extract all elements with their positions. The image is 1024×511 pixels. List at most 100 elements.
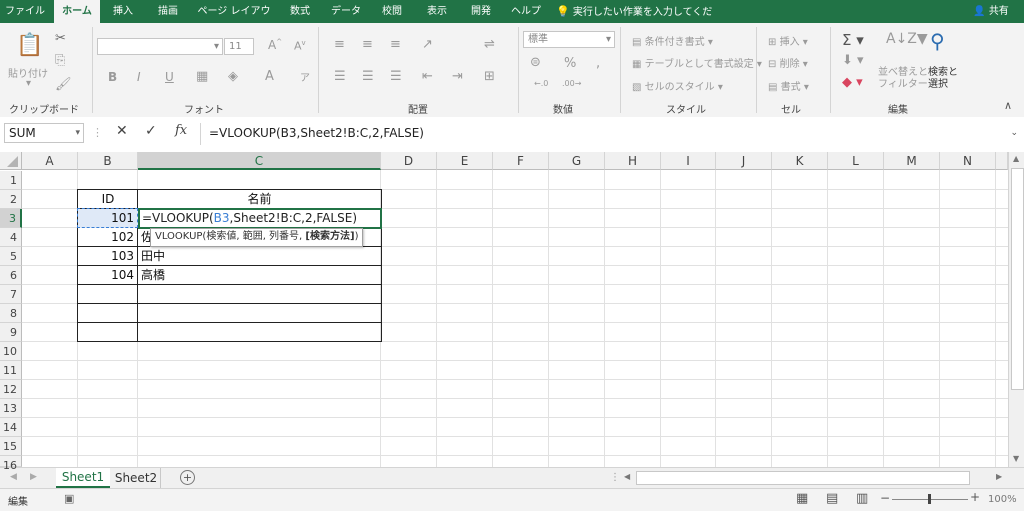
column-header-B[interactable]: B <box>78 152 138 170</box>
cell-B5[interactable]: 103 <box>78 247 134 266</box>
macro-record-icon[interactable]: ▣ <box>64 492 74 505</box>
tab-data[interactable]: データ <box>326 0 366 23</box>
border-icon[interactable]: ▦ <box>196 69 208 84</box>
row-header-10[interactable]: 10 <box>0 342 22 361</box>
tab-home[interactable]: ホーム <box>54 0 100 23</box>
row-header-4[interactable]: 4 <box>0 228 22 247</box>
row-header-6[interactable]: 6 <box>0 266 22 285</box>
column-header-K[interactable]: K <box>772 152 828 170</box>
align-center-icon[interactable]: ☰ <box>362 69 374 84</box>
vertical-scroll-thumb[interactable] <box>1011 168 1024 390</box>
tab-view[interactable]: 表示 <box>418 0 456 23</box>
format-painter-icon[interactable]: 🖌 <box>55 77 72 92</box>
paste-dropdown-icon[interactable]: ▾ <box>26 78 31 89</box>
row-header-16[interactable]: 16 <box>0 456 22 472</box>
phonetic-icon[interactable]: ア <box>300 69 310 84</box>
sheet-tab-sheet2[interactable]: Sheet2 <box>112 468 161 488</box>
tab-review[interactable]: 校閲 <box>373 0 411 23</box>
tab-page-layout[interactable]: ページ レイアウト <box>195 0 273 40</box>
tab-developer[interactable]: 開発 <box>462 0 500 23</box>
column-header-N[interactable]: N <box>940 152 996 170</box>
row-header-13[interactable]: 13 <box>0 399 22 418</box>
tab-file[interactable]: ファイル <box>0 0 50 23</box>
autosum-icon[interactable]: Σ ▾ <box>842 31 864 49</box>
fill-icon[interactable]: ⬇ ▾ <box>842 53 864 68</box>
currency-icon[interactable]: ⊜ <box>530 55 541 70</box>
zoom-slider-thumb[interactable] <box>928 494 931 504</box>
row-header-5[interactable]: 5 <box>0 247 22 266</box>
orientation-icon[interactable]: ↗ <box>422 37 433 52</box>
vertical-scrollbar[interactable]: ▲ ▼ <box>1008 152 1024 467</box>
zoom-level[interactable]: 100% <box>988 494 1017 505</box>
cell-B2[interactable]: ID <box>78 190 138 209</box>
tab-draw[interactable]: 描画 <box>148 0 188 23</box>
row-header-14[interactable]: 14 <box>0 418 22 437</box>
wrap-text-icon[interactable]: ⇌ <box>484 37 495 52</box>
add-sheet-icon[interactable]: + <box>180 470 195 485</box>
sheet-tab-sheet1[interactable]: Sheet1 <box>56 468 110 488</box>
column-header-H[interactable]: H <box>605 152 661 170</box>
fill-color-icon[interactable]: ◈ <box>228 69 238 84</box>
splitter-handle-icon[interactable]: ⋮ <box>610 472 620 483</box>
cell-B4[interactable]: 102 <box>78 228 134 247</box>
scroll-right-icon[interactable]: ▶ <box>996 472 1002 481</box>
column-header-A[interactable]: A <box>22 152 78 170</box>
column-header-L[interactable]: L <box>828 152 884 170</box>
cell-edit-text[interactable]: =VLOOKUP(B3,Sheet2!B:C,2,FALSE) <box>142 210 357 227</box>
copy-icon[interactable]: ⎘ <box>55 53 65 68</box>
share-button[interactable]: 👤 共有 <box>966 0 1016 23</box>
merge-center-icon[interactable]: ⊞ <box>484 69 495 84</box>
page-layout-view-icon[interactable]: ▤ <box>826 491 838 506</box>
zoom-out-icon[interactable]: − <box>880 491 890 505</box>
formula-input[interactable]: =VLOOKUP(B3,Sheet2!B:C,2,FALSE) ⌄ <box>200 123 1020 145</box>
underline-button[interactable]: U <box>165 70 174 84</box>
cut-icon[interactable]: ✂ <box>55 31 66 46</box>
tell-me-box[interactable]: 💡 実行したい作業を入力してください <box>556 0 716 41</box>
scroll-left-icon[interactable]: ◀ <box>624 472 630 481</box>
row-header-3[interactable]: 3 <box>0 209 22 228</box>
row-header-8[interactable]: 8 <box>0 304 22 323</box>
next-sheet-icon[interactable]: ▶ <box>30 472 37 482</box>
insert-function-button[interactable]: fx <box>175 123 187 138</box>
column-header-F[interactable]: F <box>493 152 549 170</box>
row-header-12[interactable]: 12 <box>0 380 22 399</box>
cell-B6[interactable]: 104 <box>78 266 134 285</box>
column-header-partial[interactable] <box>996 152 1008 170</box>
name-box[interactable]: SUM ▾ <box>4 123 84 143</box>
normal-view-icon[interactable]: ▦ <box>796 491 808 506</box>
decrease-indent-icon[interactable]: ⇤ <box>422 69 433 84</box>
number-format-combo[interactable]: 標準 ▾ <box>523 31 615 48</box>
enter-icon[interactable]: ✓ <box>145 123 157 139</box>
font-name-combo[interactable]: ▾ <box>97 38 223 55</box>
column-header-C[interactable]: C <box>138 152 381 170</box>
select-all-corner[interactable] <box>0 152 22 170</box>
decrease-decimal-icon[interactable]: .00→ <box>562 79 581 88</box>
collapse-ribbon-icon[interactable]: ∧ <box>1004 99 1012 112</box>
sort-filter-label-2[interactable]: フィルター <box>878 75 928 90</box>
cell-C2[interactable]: 名前 <box>139 190 380 209</box>
row-header-1[interactable]: 1 <box>0 171 22 190</box>
cancel-icon[interactable]: ✕ <box>116 123 128 139</box>
format-cells-button[interactable]: ▤ 書式 ▾ <box>768 78 809 93</box>
bold-button[interactable]: B <box>108 70 117 84</box>
cell-C5[interactable]: 田中 <box>141 247 165 266</box>
insert-cells-button[interactable]: ⊞ 挿入 ▾ <box>768 33 808 48</box>
increase-font-icon[interactable]: A^ <box>268 38 282 52</box>
zoom-in-icon[interactable]: + <box>970 490 980 504</box>
chevron-down-icon[interactable]: ▾ <box>75 124 80 142</box>
font-color-icon[interactable]: A <box>265 69 274 84</box>
font-size-combo[interactable]: 11 <box>224 38 254 55</box>
scroll-up-icon[interactable]: ▲ <box>1013 154 1019 163</box>
clear-icon[interactable]: ◆ ▾ <box>842 75 863 90</box>
tab-help[interactable]: ヘルプ <box>506 0 546 23</box>
cell-C6[interactable]: 高橋 <box>141 266 165 285</box>
cell-styles-button[interactable]: ▧ セルのスタイル ▾ <box>632 78 723 93</box>
horizontal-scroll-thumb[interactable] <box>636 471 970 485</box>
align-right-icon[interactable]: ☰ <box>390 69 402 84</box>
horizontal-scrollbar[interactable]: ◀ ▶ <box>622 471 1008 485</box>
column-header-G[interactable]: G <box>549 152 605 170</box>
find-select-label-2[interactable]: 選択 <box>928 75 948 90</box>
row-header-15[interactable]: 15 <box>0 437 22 456</box>
row-header-9[interactable]: 9 <box>0 323 22 342</box>
column-header-I[interactable]: I <box>661 152 716 170</box>
